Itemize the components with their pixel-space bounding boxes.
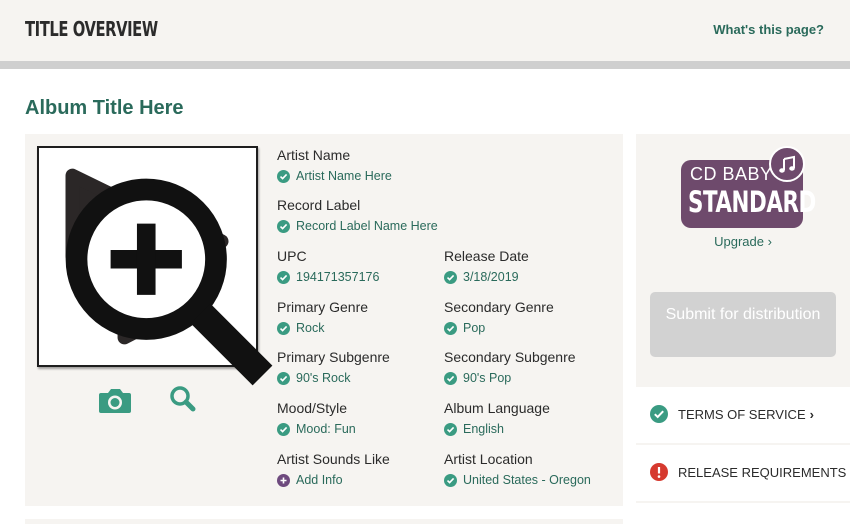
- album-title: Album Title Here: [25, 97, 184, 119]
- field-value[interactable]: 3/18/2019: [444, 270, 529, 284]
- field-value-text: 90's Pop: [463, 371, 512, 385]
- field-value[interactable]: 194171357176: [277, 270, 379, 284]
- field-secondary-subgenre: Secondary Subgenre 90's Pop: [444, 349, 576, 385]
- top-bar: TITLE OVERVIEW What's this page?: [0, 0, 850, 61]
- field-value[interactable]: United States - Oregon: [444, 473, 591, 487]
- submit-for-distribution-button[interactable]: Submit for distribution: [650, 292, 836, 357]
- check-circle-icon: [444, 371, 457, 385]
- artwork-tools: [97, 384, 237, 416]
- link-label: RELEASE REQUIREMENTS›: [678, 465, 847, 480]
- field-label: Artist Sounds Like: [277, 451, 390, 467]
- field-upc: UPC 194171357176: [277, 248, 379, 284]
- album-artwork[interactable]: [37, 146, 273, 386]
- check-circle-icon: [444, 270, 457, 284]
- music-note-icon: [769, 146, 805, 182]
- field-value[interactable]: Mood: Fun: [277, 422, 356, 436]
- whats-this-page-link[interactable]: What's this page?: [713, 22, 824, 37]
- field-label: Mood/Style: [277, 400, 348, 416]
- field-artist-location: Artist Location United States - Oregon: [444, 451, 591, 487]
- field-value-text: United States - Oregon: [463, 473, 591, 487]
- field-label: Artist Location: [444, 451, 533, 467]
- header-divider: [0, 61, 850, 69]
- field-artist-sounds-like: Artist Sounds Like Add Info: [277, 451, 390, 487]
- plan-name-line2: STANDARD: [688, 185, 816, 219]
- check-circle-icon: [277, 169, 290, 183]
- field-release-date: Release Date 3/18/2019: [444, 248, 529, 284]
- alert-circle-icon: [650, 463, 668, 481]
- check-circle-icon: [444, 321, 457, 335]
- field-label: Record Label: [277, 197, 361, 213]
- field-value-text: Pop: [463, 321, 486, 335]
- field-record-label: Record Label Record Label Name Here: [277, 197, 438, 233]
- link-label: TERMS OF SERVICE ›: [678, 407, 814, 422]
- field-value[interactable]: 90's Rock: [277, 371, 390, 385]
- field-label: Primary Genre: [277, 299, 369, 315]
- field-value[interactable]: Artist Name Here: [277, 169, 392, 183]
- field-label: Album Language: [444, 400, 550, 416]
- field-label: UPC: [277, 248, 307, 264]
- field-value[interactable]: Add Info: [277, 473, 390, 487]
- field-mood-style: Mood/Style Mood: Fun: [277, 400, 356, 436]
- field-primary-subgenre: Primary Subgenre 90's Rock: [277, 349, 390, 385]
- field-value[interactable]: English: [444, 422, 550, 436]
- field-artist-name: Artist Name Artist Name Here: [277, 147, 392, 183]
- album-details-card: Artist Name Artist Name Here Record Labe…: [25, 134, 623, 506]
- field-value[interactable]: 90's Pop: [444, 371, 576, 385]
- field-secondary-genre: Secondary Genre Pop: [444, 299, 554, 335]
- check-circle-icon: [277, 371, 290, 385]
- check-circle-icon: [277, 270, 290, 284]
- zoom-cursor-icon: [65, 178, 273, 386]
- field-label: Secondary Subgenre: [444, 349, 576, 365]
- plan-name-line1: CD BABY: [690, 164, 773, 184]
- field-value-text: English: [463, 422, 504, 436]
- field-primary-genre: Primary Genre Rock: [277, 299, 368, 335]
- check-circle-icon: [277, 422, 290, 436]
- field-value-text: 194171357176: [296, 270, 380, 284]
- field-value[interactable]: Record Label Name Here: [277, 219, 438, 233]
- page-title: TITLE OVERVIEW: [25, 17, 158, 41]
- plan-box: CD BABY STANDARD Upgrade ›: [636, 134, 850, 262]
- sidebar: CD BABY STANDARD Upgrade › Submit for di…: [636, 134, 850, 524]
- field-value-text: Artist Name Here: [296, 169, 392, 183]
- field-album-language: Album Language English: [444, 400, 550, 436]
- camera-icon[interactable]: [97, 384, 133, 416]
- next-link-row: [636, 503, 850, 524]
- field-value-text: Record Label Name Here: [296, 219, 438, 233]
- upgrade-link[interactable]: Upgrade ›: [636, 234, 850, 249]
- check-circle-icon: [650, 405, 668, 423]
- release-requirements-link[interactable]: RELEASE REQUIREMENTS›: [636, 445, 850, 501]
- field-value-text: 90's Rock: [296, 371, 351, 385]
- plus-circle-icon: [277, 473, 290, 487]
- check-circle-icon: [277, 321, 290, 335]
- field-value-text: Add Info: [296, 473, 343, 487]
- check-circle-icon: [444, 473, 457, 487]
- terms-of-service-link[interactable]: TERMS OF SERVICE ›: [636, 387, 850, 443]
- magnifier-icon[interactable]: [165, 384, 201, 416]
- field-value-text: Rock: [296, 321, 325, 335]
- check-circle-icon: [444, 422, 457, 436]
- field-value[interactable]: Pop: [444, 321, 554, 335]
- field-value-text: Mood: Fun: [296, 422, 356, 436]
- field-label: Release Date: [444, 248, 529, 264]
- field-label: Secondary Genre: [444, 299, 554, 315]
- field-value[interactable]: Rock: [277, 321, 368, 335]
- field-label: Primary Subgenre: [277, 349, 390, 365]
- field-label: Artist Name: [277, 147, 351, 163]
- check-circle-icon: [277, 219, 290, 233]
- next-card: [25, 519, 623, 524]
- field-value-text: 3/18/2019: [463, 270, 519, 284]
